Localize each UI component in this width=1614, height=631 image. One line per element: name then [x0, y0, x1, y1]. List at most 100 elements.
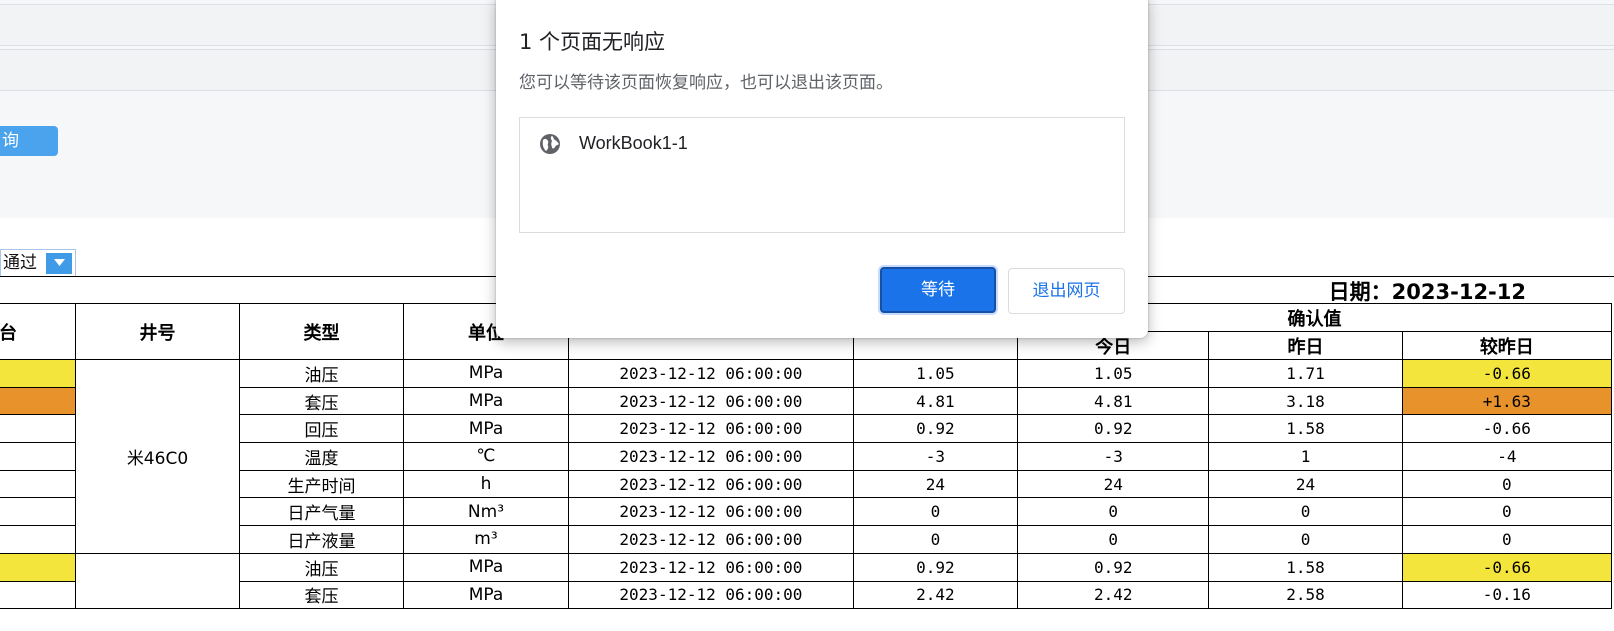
- unit-cell: MPa: [402, 580, 570, 610]
- time-cell: 2023-12-12 06:00:00: [568, 386, 854, 416]
- diff-cell: -4: [1401, 442, 1613, 471]
- row-marker-cell: [0, 552, 76, 582]
- diff-cell: +1.63: [1401, 386, 1613, 416]
- yesterday-cell: 0: [1208, 525, 1403, 554]
- well-cell: 米46C0: [74, 359, 241, 554]
- row-marker-cell: [0, 359, 76, 388]
- today-cell: 0.92: [1017, 414, 1210, 444]
- type-cell: 油压: [239, 552, 404, 582]
- yesterday-cell: 0: [1208, 497, 1403, 527]
- yesterday-cell: 1.71: [1208, 359, 1403, 388]
- report-table: 台 井号 类型 单位 确认值 今日 昨日 较昨日 米46C0 油压 MPa 2023-…: [0, 303, 1613, 610]
- diff-cell: 0: [1401, 497, 1613, 527]
- value-cell: 4.81: [852, 386, 1019, 416]
- unit-cell: MPa: [402, 386, 570, 416]
- dialog-subtitle: 您可以等待该页面恢复响应，也可以退出该页面。: [519, 73, 893, 93]
- table-row: 油压 MPa 2023-12-12 06:00:00 0.92 0.92 1.58 -0.6…: [0, 552, 1613, 610]
- query-button[interactable]: 询: [0, 126, 58, 156]
- yesterday-cell: 3.18: [1208, 386, 1403, 416]
- yesterday-header: 昨日: [1208, 331, 1403, 360]
- table-row: 日产气量 Nm³ 2023-12-12 06:00:00 0 0 0 0: [0, 497, 1613, 527]
- value-cell: 1.05: [852, 359, 1019, 388]
- value-cell: 0: [852, 497, 1019, 527]
- today-cell: 1.05: [1017, 359, 1210, 388]
- yesterday-cell: 2.58: [1208, 580, 1403, 610]
- today-cell: 4.81: [1017, 386, 1210, 416]
- unit-cell: MPa: [402, 414, 570, 444]
- row-marker-cell: [0, 442, 76, 471]
- value-cell: 0.92: [852, 414, 1019, 444]
- row-marker-cell: [0, 497, 76, 527]
- diff-header: 较昨日: [1401, 331, 1613, 360]
- type-cell: 温度: [239, 442, 404, 471]
- globe-icon: [539, 133, 561, 159]
- status-select[interactable]: 通过: [0, 249, 76, 277]
- diff-cell: -0.16: [1401, 580, 1613, 610]
- type-cell: 生产时间: [239, 469, 404, 499]
- time-cell: 2023-12-12 06:00:00: [568, 442, 854, 471]
- today-cell: 0: [1017, 525, 1210, 554]
- time-cell: 2023-12-12 06:00:00: [568, 552, 854, 582]
- page-list: WorkBook1-1: [519, 117, 1125, 233]
- today-cell: 24: [1017, 469, 1210, 499]
- table-row: 日产液量 m³ 2023-12-12 06:00:00 0 0 0 0: [0, 525, 1613, 554]
- today-cell: 0.92: [1017, 552, 1210, 582]
- exit-page-button[interactable]: 退出网页: [1008, 268, 1125, 314]
- value-cell: 2.42: [852, 580, 1019, 610]
- diff-cell: -0.66: [1401, 414, 1613, 444]
- time-cell: 2023-12-12 06:00:00: [568, 580, 854, 610]
- today-cell: 0: [1017, 497, 1210, 527]
- unit-cell: Nm³: [402, 497, 570, 527]
- well-cell: [74, 552, 241, 610]
- row-marker-cell: [0, 580, 76, 610]
- row-marker-cell: [0, 525, 76, 554]
- table-row: 回压 MPa 2023-12-12 06:00:00 0.92 0.92 1.58 -0.6…: [0, 414, 1613, 444]
- type-header: 类型: [239, 303, 404, 360]
- unit-cell: m³: [402, 525, 570, 554]
- yesterday-cell: 1: [1208, 442, 1403, 471]
- unresponsive-dialog: 1 个页面无响应 您可以等待该页面恢复响应，也可以退出该页面。 WorkBook…: [496, 0, 1148, 338]
- chevron-down-icon[interactable]: [46, 253, 72, 274]
- time-cell: 2023-12-12 06:00:00: [568, 497, 854, 527]
- value-cell: -3: [852, 442, 1019, 471]
- page-name: WorkBook1-1: [579, 133, 688, 153]
- value-cell: 0.92: [852, 552, 1019, 582]
- time-cell: 2023-12-12 06:00:00: [568, 525, 854, 554]
- table-row: 生产时间 h 2023-12-12 06:00:00 24 24 24 0: [0, 469, 1613, 499]
- value-cell: 24: [852, 469, 1019, 499]
- type-cell: 套压: [239, 580, 404, 610]
- row-marker-cell: [0, 386, 76, 416]
- diff-cell: 0: [1401, 469, 1613, 499]
- today-cell: 2.42: [1017, 580, 1210, 610]
- time-cell: 2023-12-12 06:00:00: [568, 414, 854, 444]
- well-header: 井号: [74, 303, 241, 360]
- report-body: 米46C0 油压 MPa 2023-12-12 06:00:00 1.05 1.05 1.7…: [0, 359, 1613, 610]
- yesterday-cell: 1.58: [1208, 552, 1403, 582]
- time-cell: 2023-12-12 06:00:00: [568, 469, 854, 499]
- col0-header: 台: [0, 303, 76, 360]
- time-cell: 2023-12-12 06:00:00: [568, 359, 854, 388]
- type-cell: 回压: [239, 414, 404, 444]
- report-date: 日期：2023-12-12: [1328, 280, 1526, 304]
- unit-cell: h: [402, 469, 570, 499]
- today-cell: -3: [1017, 442, 1210, 471]
- diff-cell: -0.66: [1401, 359, 1613, 388]
- table-row: 套压 MPa 2023-12-12 06:00:00 4.81 4.81 3.18 +1.6…: [0, 386, 1613, 416]
- yesterday-cell: 1.58: [1208, 414, 1403, 444]
- row-marker-cell: [0, 469, 76, 499]
- status-select-value: 通过: [3, 253, 37, 273]
- wait-button[interactable]: 等待: [880, 267, 996, 313]
- type-cell: 日产液量: [239, 525, 404, 554]
- row-marker-cell: [0, 414, 76, 444]
- type-cell: 油压: [239, 359, 404, 388]
- table-row: 温度 ℃ 2023-12-12 06:00:00 -3 -3 1 -4: [0, 442, 1613, 471]
- type-cell: 日产气量: [239, 497, 404, 527]
- unit-cell: MPa: [402, 552, 570, 582]
- table-row: 套压 MPa 2023-12-12 06:00:00 2.42 2.42 2.58 -0.1…: [0, 580, 1613, 610]
- value-cell: 0: [852, 525, 1019, 554]
- diff-cell: -0.66: [1401, 552, 1613, 582]
- diff-cell: 0: [1401, 525, 1613, 554]
- unit-cell: ℃: [402, 442, 570, 471]
- type-cell: 套压: [239, 386, 404, 416]
- yesterday-cell: 24: [1208, 469, 1403, 499]
